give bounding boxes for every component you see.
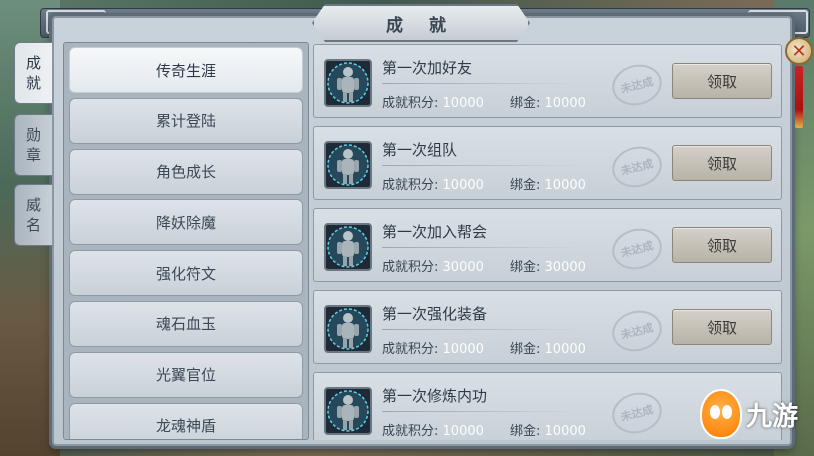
mascot-icon — [700, 389, 742, 439]
gold-label: 绑金: — [510, 260, 541, 275]
achievement-points: 成就积分: 10000 — [382, 338, 484, 357]
not-achieved-stamp: 未达成 — [607, 59, 667, 111]
divider — [382, 329, 582, 330]
not-achieved-stamp: 未达成 — [607, 387, 667, 439]
watermark-text: 九游 — [746, 401, 799, 432]
category-item[interactable]: 传奇生涯 — [69, 47, 303, 93]
achievement-title: 第一次修炼内功 — [382, 387, 488, 405]
claim-button[interactable]: 领取 — [672, 309, 772, 345]
points-value: 10000 — [442, 178, 484, 193]
claim-button[interactable]: 领取 — [672, 63, 772, 99]
tab-prestige[interactable]: 威 名 — [14, 184, 52, 246]
achievement-gold: 绑金: 10000 — [510, 174, 586, 193]
watermark-logo: 九游 — [700, 384, 814, 444]
points-label: 成就积分: — [382, 342, 439, 357]
achievement-statue-icon — [324, 305, 372, 353]
achievement-statue-icon — [324, 59, 372, 107]
tab-achievements[interactable]: 成 就 — [14, 42, 52, 104]
tab-label-char: 就 — [25, 74, 41, 92]
divider — [382, 247, 582, 248]
achievement-points: 成就积分: 10000 — [382, 420, 484, 439]
achievement-title: 第一次组队 — [382, 141, 458, 159]
gold-label: 绑金: — [510, 424, 541, 439]
achievement-gold: 绑金: 10000 — [510, 420, 586, 439]
achievement-gold: 绑金: 30000 — [510, 256, 586, 275]
points-label: 成就积分: — [382, 178, 439, 193]
gold-label: 绑金: — [510, 178, 541, 193]
close-button[interactable]: ✕ — [785, 37, 813, 65]
close-icon: ✕ — [791, 40, 807, 62]
category-item[interactable]: 角色成长 — [69, 148, 303, 195]
window-title: 成 就 — [386, 15, 456, 36]
category-item[interactable]: 光翼官位 — [69, 351, 303, 398]
tab-label-char: 名 — [25, 216, 41, 234]
achievement-title: 第一次强化装备 — [382, 305, 488, 323]
achievement-list: 第一次加好友 成就积分: 10000 绑金: 10000 未达成 领取 第一次组… — [313, 44, 782, 440]
category-item[interactable]: 强化符文 — [69, 250, 303, 297]
gold-value: 10000 — [544, 178, 586, 193]
gold-value: 30000 — [544, 260, 586, 275]
achievement-title: 第一次加好友 — [382, 59, 473, 77]
achievement-points: 成就积分: 10000 — [382, 174, 484, 193]
title-plaque: 成 就 — [312, 4, 530, 42]
gold-value: 10000 — [544, 424, 586, 439]
category-item[interactable]: 降妖除魔 — [69, 199, 303, 246]
points-value: 10000 — [442, 342, 484, 357]
tab-label-char: 成 — [25, 54, 41, 72]
claim-button[interactable]: 领取 — [672, 227, 772, 263]
tab-label-char: 勋 — [25, 126, 41, 144]
tab-label-char: 章 — [25, 146, 41, 164]
achievement-statue-icon — [324, 387, 372, 435]
achievement-row: 第一次组队 成就积分: 10000 绑金: 10000 未达成 领取 — [313, 126, 782, 200]
points-label: 成就积分: — [382, 260, 439, 275]
category-item[interactable]: 龙魂神盾 — [69, 402, 303, 439]
category-item[interactable]: 魂石血玉 — [69, 300, 303, 347]
not-achieved-stamp: 未达成 — [607, 141, 667, 193]
achievement-title: 第一次加入帮会 — [382, 223, 488, 241]
category-item[interactable]: 累计登陆 — [69, 97, 303, 144]
achievement-statue-icon — [324, 223, 372, 271]
divider — [382, 83, 582, 84]
gold-value: 10000 — [544, 96, 586, 111]
points-label: 成就积分: — [382, 424, 439, 439]
close-tassel-decoration — [795, 66, 803, 128]
claim-button[interactable]: 领取 — [672, 145, 772, 181]
divider — [382, 411, 582, 412]
tab-medals[interactable]: 勋 章 — [14, 114, 52, 176]
tab-label-char: 威 — [25, 196, 41, 214]
achievement-row: 第一次强化装备 成就积分: 10000 绑金: 10000 未达成 领取 — [313, 290, 782, 364]
points-value: 10000 — [442, 424, 484, 439]
achievement-row: 第一次加入帮会 成就积分: 30000 绑金: 30000 未达成 领取 — [313, 208, 782, 282]
gold-value: 10000 — [544, 342, 586, 357]
divider — [382, 165, 582, 166]
not-achieved-stamp: 未达成 — [607, 223, 667, 275]
points-value: 10000 — [442, 96, 484, 111]
gold-label: 绑金: — [510, 96, 541, 111]
achievement-gold: 绑金: 10000 — [510, 92, 586, 111]
points-label: 成就积分: — [382, 96, 439, 111]
points-value: 30000 — [442, 260, 484, 275]
achievement-statue-icon — [324, 141, 372, 189]
achievement-points: 成就积分: 10000 — [382, 92, 484, 111]
category-list: 传奇生涯 累计登陆 角色成长 降妖除魔 强化符文 魂石血玉 光翼官位 龙魂神盾 — [63, 42, 309, 440]
not-achieved-stamp: 未达成 — [607, 305, 667, 357]
achievement-gold: 绑金: 10000 — [510, 338, 586, 357]
achievement-row: 第一次加好友 成就积分: 10000 绑金: 10000 未达成 领取 — [313, 44, 782, 118]
gold-label: 绑金: — [510, 342, 541, 357]
achievement-points: 成就积分: 30000 — [382, 256, 484, 275]
